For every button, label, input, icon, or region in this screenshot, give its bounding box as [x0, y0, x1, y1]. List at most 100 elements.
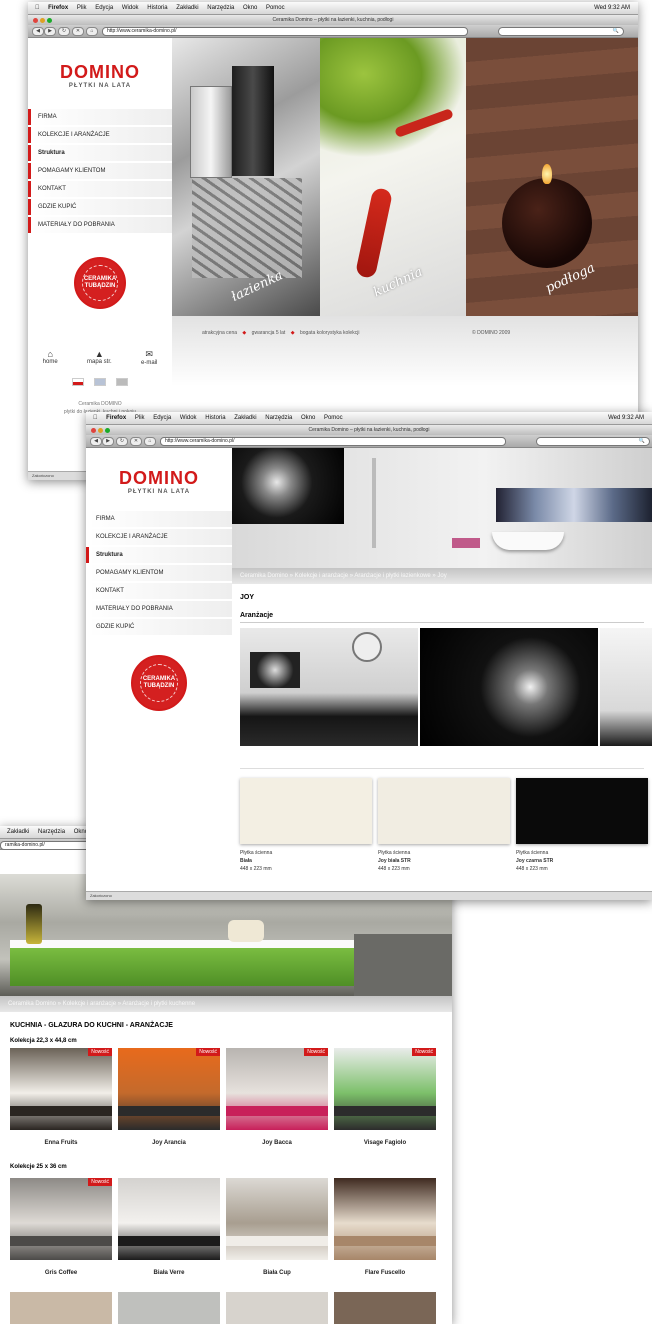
- nav-item-struktura[interactable]: Struktura: [86, 547, 232, 563]
- menu-item[interactable]: Edycja: [153, 415, 171, 421]
- gallery-caption[interactable]: Biała Verre: [118, 1270, 220, 1276]
- home-icon[interactable]: ⌂: [144, 437, 156, 446]
- gallery-thumbnail[interactable]: [118, 1292, 220, 1324]
- nav-item-firma[interactable]: FIRMA: [28, 109, 172, 125]
- gallery-caption[interactable]: Joy Arancia: [118, 1140, 220, 1146]
- menu-item[interactable]: Okno: [243, 5, 257, 11]
- gallery-caption[interactable]: Joy Bacca: [226, 1140, 328, 1146]
- email-link[interactable]: ✉ e-mail: [141, 349, 157, 366]
- apple-icon[interactable]: : [93, 415, 98, 421]
- nav-item-kontakt[interactable]: KONTAKT: [86, 583, 232, 599]
- gallery-thumbnail[interactable]: [334, 1292, 436, 1324]
- tile-swatch[interactable]: [240, 778, 372, 844]
- reload-button[interactable]: ↻: [116, 437, 128, 446]
- home-link[interactable]: ⌂ home: [43, 349, 58, 366]
- perfume-bottle: [232, 66, 274, 176]
- menu-item[interactable]: Narzędzia: [38, 829, 65, 835]
- tile-swatch[interactable]: [378, 778, 510, 844]
- hero-panel-floor[interactable]: podłoga: [466, 38, 638, 316]
- sidebar: DOMINO PŁYTKI NA LATA FIRMA KOLEKCJE I A…: [86, 448, 232, 888]
- menu-item[interactable]: Plik: [135, 415, 145, 421]
- nav-item-gdzie-kupic[interactable]: GDZIE KUPIĆ: [86, 619, 232, 635]
- gallery-thumbnail[interactable]: Nowość: [334, 1048, 436, 1130]
- nav-item-firma[interactable]: FIRMA: [86, 511, 232, 527]
- menu-item[interactable]: Zakładki: [176, 5, 198, 11]
- domino-logo[interactable]: DOMINO: [86, 468, 232, 489]
- nav-item-materialy[interactable]: MATERIAŁY DO POBRANIA: [86, 601, 232, 617]
- feature-strip: atrakcyjna cena ◆ gwarancja 5 lat ◆ boga…: [172, 316, 638, 386]
- gallery-caption[interactable]: Flare Fuscello: [334, 1270, 436, 1276]
- menu-item[interactable]: Narzędzia: [207, 5, 234, 11]
- gallery-thumbnail[interactable]: Nowość: [10, 1178, 112, 1260]
- gallery-thumbnail[interactable]: Nowość: [118, 1048, 220, 1130]
- nav-item-gdzie-kupic[interactable]: GDZIE KUPIĆ: [28, 199, 172, 215]
- candle: [502, 178, 592, 268]
- search-input[interactable]: 🔍: [536, 437, 650, 446]
- gallery-thumbnail[interactable]: [226, 1292, 328, 1324]
- bathroom-hero[interactable]: [232, 448, 652, 568]
- menu-item[interactable]: Firefox: [106, 415, 126, 421]
- address-bar[interactable]: ramika-domino.pl/: [0, 841, 96, 850]
- hero-panel-bathroom[interactable]: łazienka: [172, 38, 320, 316]
- menu-item[interactable]: Pomoc: [324, 415, 343, 421]
- home-icon[interactable]: ⌂: [86, 27, 98, 36]
- menu-item[interactable]: Historia: [147, 5, 167, 11]
- collection-heading: Kolekcja 22,3 x 44,8 cm: [10, 1038, 77, 1044]
- gallery-thumbnail[interactable]: [118, 1178, 220, 1260]
- gallery-caption[interactable]: Visage Fagiolo: [334, 1140, 436, 1146]
- gallery-thumbnail[interactable]: Nowość: [226, 1048, 328, 1130]
- arrangement-photo[interactable]: [600, 628, 652, 746]
- menu-item[interactable]: Firefox: [48, 5, 68, 11]
- back-button[interactable]: ◀: [90, 437, 102, 446]
- pot: [228, 920, 264, 942]
- stop-button[interactable]: ✕: [72, 27, 84, 36]
- flag-de-icon[interactable]: [116, 378, 128, 386]
- forward-button[interactable]: ▶: [44, 27, 56, 36]
- address-bar[interactable]: http://www.ceramika-domino.pl/: [160, 437, 506, 446]
- forward-button[interactable]: ▶: [102, 437, 114, 446]
- nav-item-kontakt[interactable]: KONTAKT: [28, 181, 172, 197]
- menu-item[interactable]: Okno: [301, 415, 315, 421]
- nav-item-struktura[interactable]: Struktura: [28, 145, 172, 161]
- menu-item[interactable]: Widok: [122, 5, 139, 11]
- menu-item[interactable]: Narzędzia: [265, 415, 292, 421]
- gallery-thumbnail[interactable]: [10, 1292, 112, 1324]
- arrangement-photo[interactable]: [420, 628, 598, 746]
- menu-item[interactable]: Plik: [77, 5, 87, 11]
- gallery-thumbnail[interactable]: [334, 1178, 436, 1260]
- reload-button[interactable]: ↻: [58, 27, 70, 36]
- flag-en-icon[interactable]: [94, 378, 106, 386]
- breadcrumb[interactable]: Ceramika Domino » Kolekcje i aranżacje »…: [232, 568, 652, 584]
- breadcrumb[interactable]: Ceramika Domino » Kolekcje i aranżacje »…: [0, 996, 452, 1012]
- browser-window-home:  Firefox Plik Edycja Widok Historia Zak…: [28, 2, 638, 480]
- domino-logo[interactable]: DOMINO: [28, 62, 172, 83]
- tile-swatch[interactable]: [516, 778, 648, 844]
- stop-button[interactable]: ✕: [130, 437, 142, 446]
- nav-item-kolekcje[interactable]: KOLEKCJE I ARANŻACJE: [28, 127, 172, 143]
- nav-item-pomagamy[interactable]: POMAGAMY KLIENTOM: [28, 163, 172, 179]
- nav-item-materialy[interactable]: MATERIAŁY DO POBRANIA: [28, 217, 172, 233]
- arrangement-photo[interactable]: [240, 628, 418, 746]
- gallery-caption[interactable]: Biała Cup: [226, 1270, 328, 1276]
- address-bar[interactable]: http://www.ceramika-domino.pl/: [102, 27, 468, 36]
- menu-item[interactable]: Pomoc: [266, 5, 285, 11]
- back-button[interactable]: ◀: [32, 27, 44, 36]
- menu-item[interactable]: Zakładki: [234, 415, 256, 421]
- counter: [10, 1236, 112, 1246]
- nav-item-pomagamy[interactable]: POMAGAMY KLIENTOM: [86, 565, 232, 581]
- apple-icon[interactable]: : [35, 5, 40, 11]
- menu-item[interactable]: Widok: [180, 415, 197, 421]
- gallery-thumbnail[interactable]: Nowość: [10, 1048, 112, 1130]
- sitemap-link[interactable]: ▲ mapa str.: [87, 349, 112, 366]
- menu-item[interactable]: Zakładki: [7, 829, 29, 835]
- search-input[interactable]: 🔍: [498, 27, 624, 36]
- gallery-caption[interactable]: Enna Fruits: [10, 1140, 112, 1146]
- nav-item-kolekcje[interactable]: KOLEKCJE I ARANŻACJE: [86, 529, 232, 545]
- menu-item[interactable]: Historia: [205, 415, 225, 421]
- gallery-thumbnail[interactable]: [226, 1178, 328, 1260]
- menu-item[interactable]: Edycja: [95, 5, 113, 11]
- hero-panel-kitchen[interactable]: kuchnia: [320, 38, 466, 316]
- flag-pl-icon[interactable]: [72, 378, 84, 386]
- logo-tagline: PŁYTKI NA LATA: [127, 489, 191, 495]
- gallery-caption[interactable]: Gris Coffee: [10, 1270, 112, 1276]
